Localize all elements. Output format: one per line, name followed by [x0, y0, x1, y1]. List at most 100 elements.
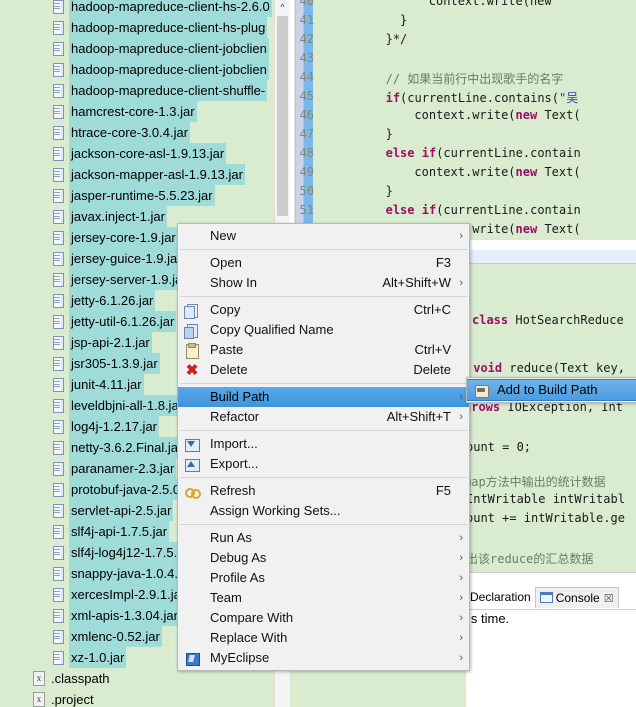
menu-item-show-in[interactable]: Show In Alt+Shift+W › [178, 273, 469, 293]
tree-item[interactable]: xmlenc-0.52.jar [51, 626, 162, 647]
close-icon[interactable]: ☒ [604, 589, 614, 609]
menu-item-delete[interactable]: ✖ Delete Delete [178, 360, 469, 380]
tree-item[interactable]: leveldbjni-all-1.8.ja [51, 395, 181, 416]
bottom-view-panel[interactable]: Declaration Console ☒ is time. [466, 572, 636, 707]
tree-item-label: javax.inject-1.jar [69, 206, 167, 227]
refresh-icon [184, 484, 201, 499]
context-menu[interactable]: New › Open F3 Show In Alt+Shift+W › Copy Ctrl+C C… [177, 223, 470, 671]
console-icon [539, 592, 553, 603]
tree-item-label: slf4j-log4j12-1.7.5. [69, 542, 180, 563]
tree-item[interactable]: log4j-1.2.17.jar [51, 416, 159, 437]
code-line: ount = 0; [466, 440, 531, 454]
menu-item-compare-with[interactable]: Compare With › [178, 608, 469, 628]
jar-icon [51, 608, 66, 623]
tree-item[interactable]: jackson-core-asl-1.9.13.jar [51, 143, 227, 164]
view-tab[interactable]: Console ☒ [534, 587, 619, 609]
tree-item[interactable]: hadoop-mapreduce-client-hs-2.6.0 [51, 0, 272, 17]
tree-item-label: hamcrest-core-1.3.jar [69, 101, 197, 122]
tree-item-label: servlet-api-2.5.jar [69, 500, 174, 521]
import-icon [184, 437, 200, 452]
tree-item[interactable]: snappy-java-1.0.4. [51, 563, 180, 584]
code-token: IntWritable intWritabl [466, 492, 625, 506]
tree-item[interactable]: slf4j-log4j12-1.7.5. [51, 542, 180, 563]
view-tab-bar[interactable]: Declaration Console ☒ [466, 587, 636, 609]
menu-item-label: Team [210, 590, 242, 605]
menu-item-export[interactable]: Export... [178, 454, 469, 474]
tree-item[interactable]: protobuf-java-2.5.0 [51, 479, 183, 500]
tree-item[interactable]: paranamer-2.3.jar [51, 458, 177, 479]
jar-icon [51, 230, 66, 245]
menu-item-run-as[interactable]: Run As › [178, 528, 469, 548]
tree-item-label: hadoop-mapreduce-client-shuffle- [69, 80, 268, 101]
tree-item-label: protobuf-java-2.5.0 [69, 479, 183, 500]
tree-item[interactable]: xercesImpl-2.9.1.ja [51, 584, 183, 605]
menu-separator [180, 477, 467, 478]
tree-item[interactable]: htrace-core-3.0.4.jar [51, 122, 191, 143]
menu-separator [180, 383, 467, 384]
code-token: ount += intWritable.ge [466, 511, 625, 525]
menu-item-copy-qualified-name[interactable]: Copy Qualified Name [178, 320, 469, 340]
code-token: void [473, 361, 503, 375]
scrollbar-thumb[interactable] [277, 16, 288, 216]
menu-item-accelerator: F3 [435, 255, 451, 270]
menu-item-replace-with[interactable]: Replace With › [178, 628, 469, 648]
tree-item[interactable]: jersey-server-1.9.ja [51, 269, 185, 290]
menu-item-label: Build Path [210, 389, 270, 404]
panel-divider [466, 609, 636, 610]
build-path-submenu[interactable]: Add to Build Path [466, 377, 636, 403]
tree-item[interactable]: jetty-util-6.1.26.jar [51, 311, 177, 332]
menu-item-assign-working-sets[interactable]: Assign Working Sets... [178, 501, 469, 521]
menu-item-label: Paste [210, 342, 244, 357]
jar-icon [51, 41, 66, 56]
tree-item-label: jsp-api-2.1.jar [69, 332, 152, 353]
menu-item-build-path[interactable]: Build Path › [178, 387, 469, 407]
menu-item-open[interactable]: Open F3 [178, 253, 469, 273]
tree-item[interactable]: junit-4.11.jar [51, 374, 144, 395]
tree-item[interactable]: hadoop-mapreduce-client-shuffle- [51, 80, 268, 101]
export-icon [184, 457, 200, 472]
tree-item[interactable]: netty-3.6.2.Final.jar [51, 437, 185, 458]
tree-item[interactable]: hadoop-mapreduce-client-hs-plug [51, 17, 268, 38]
code-line: ount += intWritable.ge [466, 511, 625, 525]
tree-item[interactable]: hadoop-mapreduce-client-jobclien [51, 59, 269, 80]
tree-item[interactable]: hamcrest-core-1.3.jar [51, 101, 197, 122]
submenu-item-add-to-build-path[interactable]: Add to Build Path [467, 379, 636, 401]
menu-item-refresh[interactable]: Refresh F5 [178, 481, 469, 501]
view-tab-label: Declaration [470, 590, 531, 604]
copy-qualified-icon [184, 323, 200, 339]
jar-icon [51, 272, 66, 287]
tree-item[interactable]: jersey-guice-1.9.ja [51, 248, 180, 269]
tree-item[interactable]: slf4j-api-1.7.5.jar [51, 521, 170, 542]
tree-item[interactable]: jetty-6.1.26.jar [51, 290, 156, 311]
tree-item[interactable]: javax.inject-1.jar [51, 206, 167, 227]
tree-item[interactable]: jasper-runtime-5.5.23.jar [51, 185, 215, 206]
menu-item-new[interactable]: New › [178, 226, 469, 246]
tree-item[interactable]: .project [31, 689, 96, 707]
tree-item[interactable]: servlet-api-2.5.jar [51, 500, 174, 521]
menu-item-copy[interactable]: Copy Ctrl+C [178, 300, 469, 320]
code-token: 出该reduce的汇总数据 [466, 552, 594, 566]
tree-item[interactable]: xz-1.0.jar [51, 647, 127, 668]
scroll-up-arrow-icon[interactable]: ^ [275, 0, 290, 15]
menu-item-accelerator: Alt+Shift+T [386, 409, 451, 424]
menu-item-import[interactable]: Import... [178, 434, 469, 454]
tree-item[interactable]: jersey-core-1.9.jar [51, 227, 178, 248]
tree-item[interactable]: hadoop-mapreduce-client-jobclien [51, 38, 269, 59]
jar-icon [51, 104, 66, 119]
view-tab[interactable]: Declaration [466, 587, 535, 608]
tree-item[interactable]: jsr305-1.3.9.jar [51, 353, 160, 374]
menu-item-label: Debug As [210, 550, 267, 565]
tree-item[interactable]: jsp-api-2.1.jar [51, 332, 152, 353]
menu-item-paste[interactable]: Paste Ctrl+V [178, 340, 469, 360]
tree-item-label: junit-4.11.jar [69, 374, 144, 395]
menu-item-myeclipse[interactable]: MyEclipse › [178, 648, 469, 668]
tree-item[interactable]: .classpath [31, 668, 112, 689]
tree-item[interactable]: jackson-mapper-asl-1.9.13.jar [51, 164, 245, 185]
menu-item-debug-as[interactable]: Debug As › [178, 548, 469, 568]
tree-item[interactable]: xml-apis-1.3.04.jar [51, 605, 180, 626]
menu-item-profile-as[interactable]: Profile As › [178, 568, 469, 588]
jar-icon [51, 335, 66, 350]
jar-icon [51, 503, 66, 518]
menu-item-team[interactable]: Team › [178, 588, 469, 608]
menu-item-refactor[interactable]: Refactor Alt+Shift+T › [178, 407, 469, 427]
